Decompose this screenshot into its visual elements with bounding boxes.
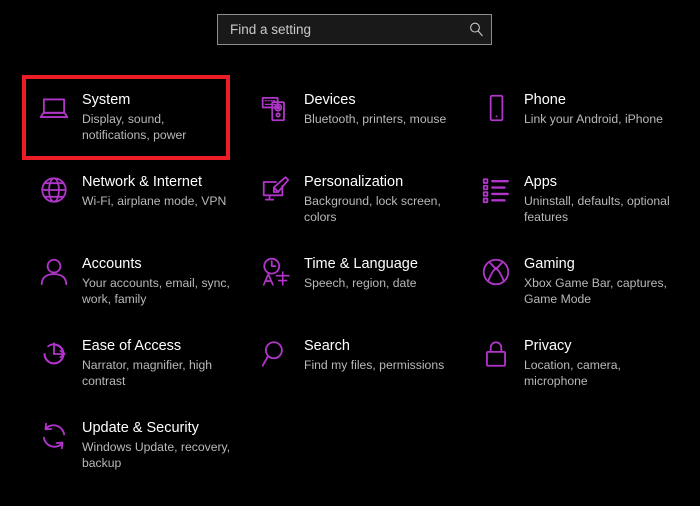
tile-subtitle: Bluetooth, printers, mouse — [304, 112, 447, 126]
tile-subtitle: Xbox Game Bar, captures, Game Mode — [524, 276, 667, 306]
tile-title: System — [82, 92, 131, 108]
search-icon[interactable] — [461, 15, 491, 44]
settings-tile-apps[interactable]: Apps Uninstall, defaults, optional featur… — [468, 158, 686, 240]
tile-subtitle: Display, sound, notifications, power — [82, 112, 187, 142]
tile-subtitle: Background, lock screen, colors — [304, 194, 441, 224]
settings-tile-gaming[interactable]: Gaming Xbox Game Bar, captures, Game Mode — [468, 240, 686, 322]
tile-text: Apps Uninstall, defaults, optional featur… — [524, 172, 676, 225]
tile-subtitle: Uninstall, defaults, optional features — [524, 194, 670, 224]
tile-title: Ease of Access — [82, 338, 182, 354]
settings-tile-network-internet[interactable]: Network & Internet Wi-Fi, airplane mode, … — [26, 158, 248, 240]
keyboard-mouse-icon — [248, 90, 304, 134]
tile-subtitle: Speech, region, date — [304, 276, 417, 290]
phone-icon — [468, 90, 524, 134]
tile-title: Phone — [524, 92, 566, 108]
settings-tile-search[interactable]: Search Find my files, permissions — [248, 322, 468, 404]
tile-subtitle: Location, camera, microphone — [524, 358, 621, 388]
tile-title: Devices — [304, 92, 356, 108]
tile-subtitle: Your accounts, email, sync, work, family — [82, 276, 230, 306]
globe-icon — [26, 172, 82, 216]
tile-text: Accounts Your accounts, email, sync, work… — [82, 254, 234, 307]
tile-title: Privacy — [524, 338, 572, 354]
tile-subtitle: Wi-Fi, airplane mode, VPN — [82, 194, 227, 208]
tile-title: Update & Security — [82, 420, 199, 436]
tile-text: Update & Security Windows Update, recover… — [82, 418, 234, 471]
tile-title: Gaming — [524, 256, 575, 272]
tile-title: Time & Language — [304, 256, 418, 272]
refresh-icon — [26, 418, 82, 462]
tile-title: Search — [304, 338, 350, 354]
tile-text: System Display, sound, notifications, pow… — [82, 90, 234, 143]
settings-tile-personalization[interactable]: Personalization Background, lock screen, … — [248, 158, 468, 240]
settings-tile-accounts[interactable]: Accounts Your accounts, email, sync, work… — [26, 240, 248, 322]
tile-text: Ease of Access Narrator, magnifier, high … — [82, 336, 234, 389]
tile-text: Devices Bluetooth, printers, mouse — [304, 90, 446, 127]
tile-text: Time & Language Speech, region, date — [304, 254, 418, 291]
settings-window: System Display, sound, notifications, pow… — [0, 0, 700, 506]
tile-subtitle: Windows Update, recovery, backup — [82, 440, 231, 470]
list-icon — [468, 172, 524, 216]
tile-text: Network & Internet Wi-Fi, airplane mode, … — [82, 172, 226, 209]
xbox-icon — [468, 254, 524, 298]
tile-title: Accounts — [82, 256, 142, 272]
search-input[interactable] — [218, 15, 461, 44]
settings-tile-privacy[interactable]: Privacy Location, camera, microphone — [468, 322, 686, 404]
settings-tile-time-language[interactable]: Time & Language Speech, region, date — [248, 240, 468, 322]
tile-subtitle: Find my files, permissions — [304, 358, 445, 372]
search-bar[interactable] — [217, 14, 492, 45]
accessibility-icon — [26, 336, 82, 380]
settings-tile-phone[interactable]: Phone Link your Android, iPhone — [468, 76, 686, 158]
tile-text: Search Find my files, permissions — [304, 336, 444, 373]
settings-tile-update-security[interactable]: Update & Security Windows Update, recover… — [26, 404, 248, 486]
tile-text: Phone Link your Android, iPhone — [524, 90, 663, 127]
tile-title: Network & Internet — [82, 174, 203, 190]
search-box[interactable] — [217, 14, 492, 45]
settings-tile-grid: System Display, sound, notifications, pow… — [22, 75, 686, 486]
settings-tile-devices[interactable]: Devices Bluetooth, printers, mouse — [248, 76, 468, 158]
tile-text: Gaming Xbox Game Bar, captures, Game Mode — [524, 254, 676, 307]
monitor-brush-icon — [248, 172, 304, 216]
tile-text: Privacy Location, camera, microphone — [524, 336, 676, 389]
tile-title: Personalization — [304, 174, 404, 190]
tile-subtitle: Link your Android, iPhone — [524, 112, 663, 126]
clock-language-icon — [248, 254, 304, 298]
tile-title: Apps — [524, 174, 558, 190]
tile-text: Personalization Background, lock screen, … — [304, 172, 456, 225]
lock-icon — [468, 336, 524, 380]
tile-subtitle: Narrator, magnifier, high contrast — [82, 358, 213, 388]
settings-tile-ease-of-access[interactable]: Ease of Access Narrator, magnifier, high … — [26, 322, 248, 404]
laptop-icon — [26, 90, 82, 134]
person-icon — [26, 254, 82, 298]
settings-tile-system[interactable]: System Display, sound, notifications, pow… — [22, 75, 248, 160]
magnifier-icon — [248, 336, 304, 380]
